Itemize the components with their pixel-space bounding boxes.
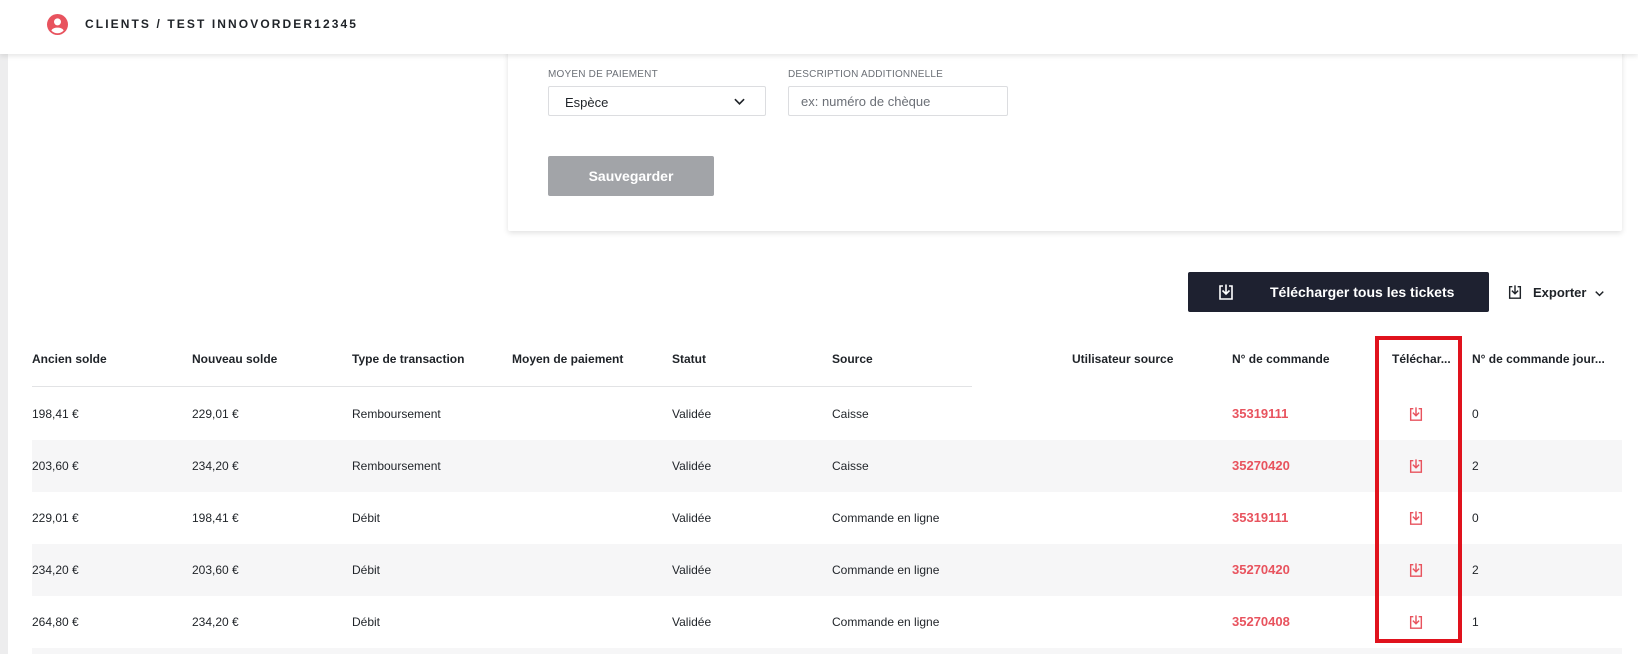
table-row: 264,80 € 234,20 € Débit Validée Commande… bbox=[32, 596, 1622, 648]
export-label: Exporter bbox=[1533, 285, 1587, 300]
top-header: CLIENTS / TEST INNOVORDER12345 bbox=[0, 0, 1638, 54]
column-header-day-order-number[interactable]: N° de commande jour... bbox=[1472, 352, 1605, 366]
table-row: 229,01 € 198,41 € Débit Validée Commande… bbox=[32, 492, 1622, 544]
download-icon[interactable] bbox=[1408, 406, 1424, 422]
source-cell: Commande en ligne bbox=[832, 615, 940, 629]
download-icon bbox=[1219, 284, 1233, 300]
transaction-type-cell: Débit bbox=[352, 511, 381, 525]
source-cell: Commande en ligne bbox=[832, 511, 940, 525]
payment-method-value: Espèce bbox=[565, 95, 609, 110]
new-balance-cell: 234,20 € bbox=[192, 615, 239, 629]
order-number-link[interactable]: 35270420 bbox=[1232, 458, 1290, 473]
status-cell: Validée bbox=[672, 511, 712, 525]
new-balance-cell: 229,01 € bbox=[192, 407, 239, 421]
column-header-order-number[interactable]: N° de commande bbox=[1232, 352, 1330, 366]
column-header-new-balance[interactable]: Nouveau solde bbox=[192, 352, 277, 366]
status-cell: Validée bbox=[672, 407, 712, 421]
table-header-divider bbox=[32, 386, 972, 387]
new-balance-cell: 234,20 € bbox=[192, 459, 239, 473]
old-balance-cell: 234,20 € bbox=[32, 563, 79, 577]
day-order-number-cell: 2 bbox=[1472, 459, 1479, 473]
table-row: 198,41 € 229,01 € Remboursement Validée … bbox=[32, 388, 1622, 440]
source-cell: Commande en ligne bbox=[832, 563, 940, 577]
table-row: 234,20 € 203,60 € Débit Validée Commande… bbox=[32, 544, 1622, 596]
column-header-status[interactable]: Statut bbox=[672, 352, 706, 366]
column-header-source-user[interactable]: Utilisateur source bbox=[1072, 352, 1173, 366]
save-button[interactable]: Sauvegarder bbox=[548, 156, 714, 196]
breadcrumb[interactable]: CLIENTS / TEST INNOVORDER12345 bbox=[85, 17, 358, 31]
transaction-type-cell: Remboursement bbox=[352, 407, 441, 421]
chevron-down-icon bbox=[734, 98, 745, 105]
payment-method-label: MOYEN DE PAIEMENT bbox=[548, 69, 658, 80]
column-header-source[interactable]: Source bbox=[832, 352, 873, 366]
download-icon[interactable] bbox=[1408, 510, 1424, 526]
order-number-link[interactable]: 35270408 bbox=[1232, 614, 1290, 629]
day-order-number-cell: 1 bbox=[1472, 615, 1479, 629]
day-order-number-cell: 2 bbox=[1472, 563, 1479, 577]
download-icon[interactable] bbox=[1408, 458, 1424, 474]
column-header-old-balance[interactable]: Ancien solde bbox=[32, 352, 107, 366]
chevron-down-icon bbox=[1595, 291, 1604, 297]
new-balance-cell: 198,41 € bbox=[192, 511, 239, 525]
column-header-transaction-type[interactable]: Type de transaction bbox=[352, 352, 464, 366]
source-cell: Caisse bbox=[832, 407, 869, 421]
download-icon[interactable] bbox=[1408, 614, 1424, 630]
source-cell: Caisse bbox=[832, 459, 869, 473]
old-balance-cell: 198,41 € bbox=[32, 407, 79, 421]
day-order-number-cell: 0 bbox=[1472, 511, 1479, 525]
user-circle-icon[interactable] bbox=[47, 14, 68, 35]
old-balance-cell: 229,01 € bbox=[32, 511, 79, 525]
column-header-payment-method[interactable]: Moyen de paiement bbox=[512, 352, 623, 366]
description-label: DESCRIPTION ADDITIONNELLE bbox=[788, 69, 944, 80]
payment-method-select[interactable]: Espèce bbox=[548, 86, 766, 116]
table-row: 203,60 € 234,20 € Remboursement Validée … bbox=[32, 440, 1622, 492]
status-cell: Validée bbox=[672, 459, 712, 473]
table-row-partial bbox=[32, 648, 1622, 654]
column-header-download[interactable]: Téléchar... bbox=[1392, 352, 1451, 366]
status-cell: Validée bbox=[672, 615, 712, 629]
transaction-type-cell: Débit bbox=[352, 615, 381, 629]
left-scrollbar-track bbox=[0, 0, 8, 654]
download-icon bbox=[1508, 285, 1522, 299]
description-input[interactable] bbox=[788, 86, 1008, 116]
download-all-tickets-button[interactable]: Télécharger tous les tickets bbox=[1188, 272, 1489, 312]
old-balance-cell: 264,80 € bbox=[32, 615, 79, 629]
transaction-type-cell: Remboursement bbox=[352, 459, 441, 473]
old-balance-cell: 203,60 € bbox=[32, 459, 79, 473]
order-number-link[interactable]: 35319111 bbox=[1232, 406, 1288, 421]
download-all-tickets-label: Télécharger tous les tickets bbox=[1270, 284, 1455, 300]
export-dropdown-button[interactable]: Exporter bbox=[1507, 282, 1607, 304]
status-cell: Validée bbox=[672, 563, 712, 577]
order-number-link[interactable]: 35270420 bbox=[1232, 562, 1290, 577]
new-balance-cell: 203,60 € bbox=[192, 563, 239, 577]
download-icon[interactable] bbox=[1408, 562, 1424, 578]
transaction-type-cell: Débit bbox=[352, 563, 381, 577]
payment-form-card: MOYEN DE PAIEMENT Espèce DESCRIPTION ADD… bbox=[508, 40, 1622, 231]
order-number-link[interactable]: 35319111 bbox=[1232, 510, 1288, 525]
day-order-number-cell: 0 bbox=[1472, 407, 1479, 421]
